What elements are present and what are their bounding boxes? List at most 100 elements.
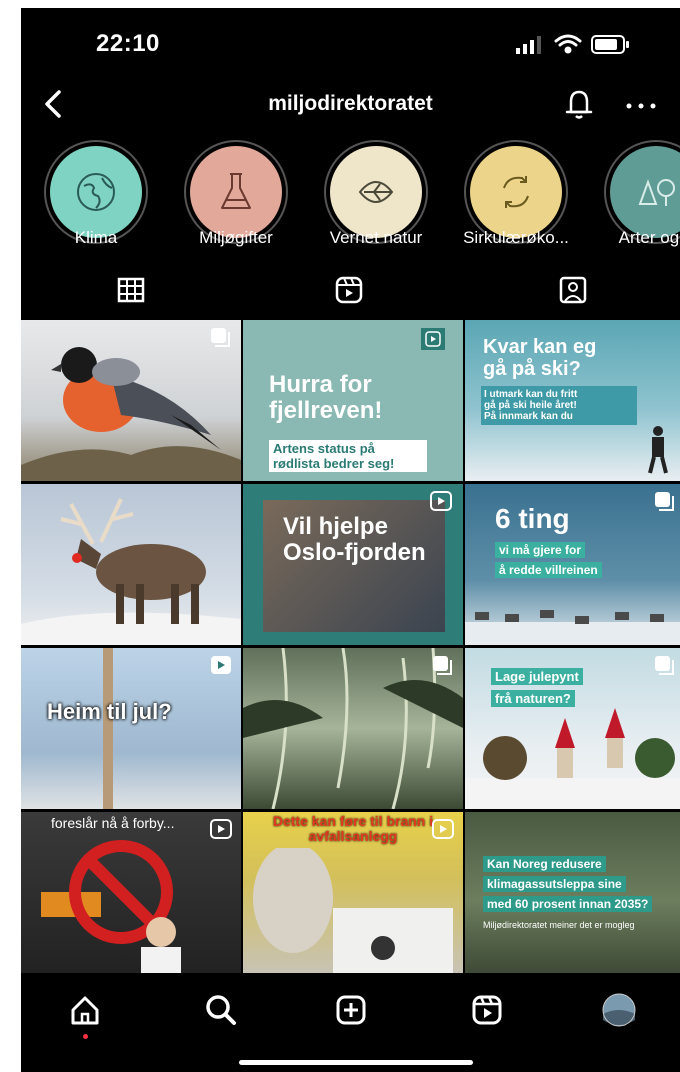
- post-forby[interactable]: foreslår nå å forby...: [21, 812, 241, 973]
- recycling-bin-image: [253, 848, 453, 973]
- flask-icon: [221, 173, 251, 209]
- reindeer-image: [21, 498, 241, 645]
- tab-tagged[interactable]: [557, 274, 597, 310]
- post-line: I utmark kan du fritt: [484, 389, 578, 400]
- post-ski[interactable]: Kvar kan eg gå på ski? I utmark kan du f…: [465, 320, 680, 481]
- post-title: 6 ting: [495, 503, 570, 534]
- highlight-arter[interactable]: Arter og n: [581, 138, 680, 256]
- reels-icon: [335, 276, 363, 304]
- status-bar: 22:10: [21, 8, 680, 78]
- signal-icon: [516, 36, 541, 54]
- carousel-icon: [211, 328, 230, 347]
- post-heim-til-jul[interactable]: Heim til jul?: [21, 648, 241, 809]
- post-title: Heim til jul?: [47, 699, 172, 724]
- post-line: På innmark kan du: [484, 411, 573, 422]
- carousel-icon: [655, 656, 674, 675]
- bottom-navigation: [21, 974, 680, 1072]
- post-oslofjorden[interactable]: Vil hjelpe Oslo-fjorden: [243, 484, 463, 645]
- reels-icon: [432, 819, 454, 839]
- post-line: gå på ski heile året!: [484, 400, 577, 411]
- wifi-icon: [554, 34, 582, 54]
- carousel-icon: [655, 492, 674, 511]
- post-klimagass[interactable]: Kan Noreg redusere klimagassutsleppa sin…: [465, 812, 680, 973]
- nav-reels[interactable]: [467, 990, 507, 1030]
- profile-header: miljodirektoratet: [21, 74, 680, 134]
- leaf-icon: [358, 181, 394, 203]
- battery-icon: [591, 35, 629, 54]
- post-subtitle: Artens status på rødlista bedrer seg!: [269, 440, 427, 472]
- highlight-cover: [50, 146, 142, 238]
- trees-icon: [638, 179, 675, 206]
- highlight-label: Sirkulærøko...: [463, 228, 569, 247]
- post-tag: med 60 prosent innan 2035?: [483, 896, 653, 912]
- nav-search[interactable]: [201, 990, 241, 1030]
- bullfinch-bird-image: [21, 347, 241, 481]
- post-tag: klimagassutsleppa sine: [483, 876, 626, 892]
- home-indicator[interactable]: [239, 1060, 473, 1065]
- post-title: Dette kan føre til brann i avfallsanlegg: [272, 813, 434, 845]
- post-julepynt[interactable]: Lage julepynt frå naturen?: [465, 648, 680, 809]
- post-forest[interactable]: [243, 648, 463, 809]
- post-reindeer[interactable]: [21, 484, 241, 645]
- post-bullfinch[interactable]: [21, 320, 241, 481]
- highlight-cover: [190, 146, 282, 238]
- reindeer-herd-image: [465, 610, 680, 645]
- highlight-label: Vernet natur: [329, 228, 423, 247]
- profile-avatar: [602, 993, 636, 1027]
- search-icon: [206, 995, 236, 1025]
- highlight-label: Miljøgifter: [199, 228, 273, 247]
- post-title: foreslår nå å forby...: [51, 815, 175, 831]
- nav-create[interactable]: [331, 990, 371, 1030]
- status-icons: [516, 34, 629, 54]
- bell-icon[interactable]: [561, 86, 597, 122]
- nav-home[interactable]: [65, 990, 105, 1039]
- reels-icon: [472, 995, 502, 1025]
- home-icon: [71, 996, 99, 1025]
- post-title: Hurra for fjellreven!: [269, 371, 383, 425]
- post-title: Vil hjelpe Oslo-fjorden: [283, 513, 426, 567]
- highlight-miljogifter[interactable]: Miljøgifter: [161, 138, 291, 256]
- forest-lichen-image: [243, 648, 463, 809]
- carousel-icon: [433, 656, 452, 675]
- train-window-frame: [103, 648, 113, 809]
- post-avfallsanlegg[interactable]: Dette kan føre til brann i avfallsanlegg: [243, 812, 463, 973]
- highlight-klima[interactable]: Klima: [21, 138, 151, 256]
- reels-icon: [211, 656, 231, 674]
- christmas-gnomes-image: [465, 708, 680, 809]
- posts-grid: Hurra for fjellreven! Artens status på r…: [21, 320, 680, 974]
- earth-icon: [77, 173, 115, 211]
- more-options-icon[interactable]: [621, 86, 661, 122]
- create-icon: [336, 995, 366, 1025]
- nav-profile[interactable]: [599, 990, 639, 1030]
- post-info-box: I utmark kan du fritt gå på ski heile år…: [481, 386, 637, 425]
- reels-icon: [210, 819, 232, 839]
- highlight-label: Klima: [74, 228, 118, 247]
- post-footer: Miljødirektoratet meiner det er mogleg: [483, 920, 635, 930]
- post-title: Kvar kan eg gå på ski?: [483, 336, 597, 380]
- post-tag: frå naturen?: [491, 690, 575, 707]
- notification-dot: [83, 1034, 88, 1039]
- post-tag: vi må gjere for: [495, 542, 586, 558]
- highlight-sirkulaerokonomi[interactable]: Sirkulærøko...: [441, 138, 571, 256]
- status-time: 22:10: [96, 30, 160, 57]
- skier-image: [648, 426, 668, 474]
- post-tag: Kan Noreg redusere: [483, 856, 606, 872]
- reels-icon: [421, 328, 445, 350]
- cycle-icon: [503, 176, 529, 208]
- instagram-profile-screen: 22:10 miljodirektoratet Klima Miljøgifte…: [21, 8, 680, 1072]
- story-highlights: Klima Miljøgifter Vernet natur Sirkulærø…: [21, 138, 680, 256]
- highlight-cover: [470, 146, 562, 238]
- post-fjellreven[interactable]: Hurra for fjellreven! Artens status på r…: [243, 320, 463, 481]
- prohibition-sign-image: [41, 840, 181, 973]
- highlight-vernet-natur[interactable]: Vernet natur: [301, 138, 431, 256]
- post-villrein[interactable]: 6 ting vi må gjere for å redde villreine…: [465, 484, 680, 645]
- grid-icon: [117, 277, 145, 303]
- post-tag: å redde villreinen: [495, 562, 602, 578]
- profile-tabs: [21, 266, 680, 320]
- tab-posts[interactable]: [115, 274, 155, 310]
- reels-icon: [430, 491, 452, 511]
- highlight-cover: [330, 146, 422, 238]
- post-tag: Lage julepynt: [491, 668, 583, 685]
- tab-reels[interactable]: [333, 274, 373, 310]
- highlight-label: Arter og n: [618, 228, 680, 247]
